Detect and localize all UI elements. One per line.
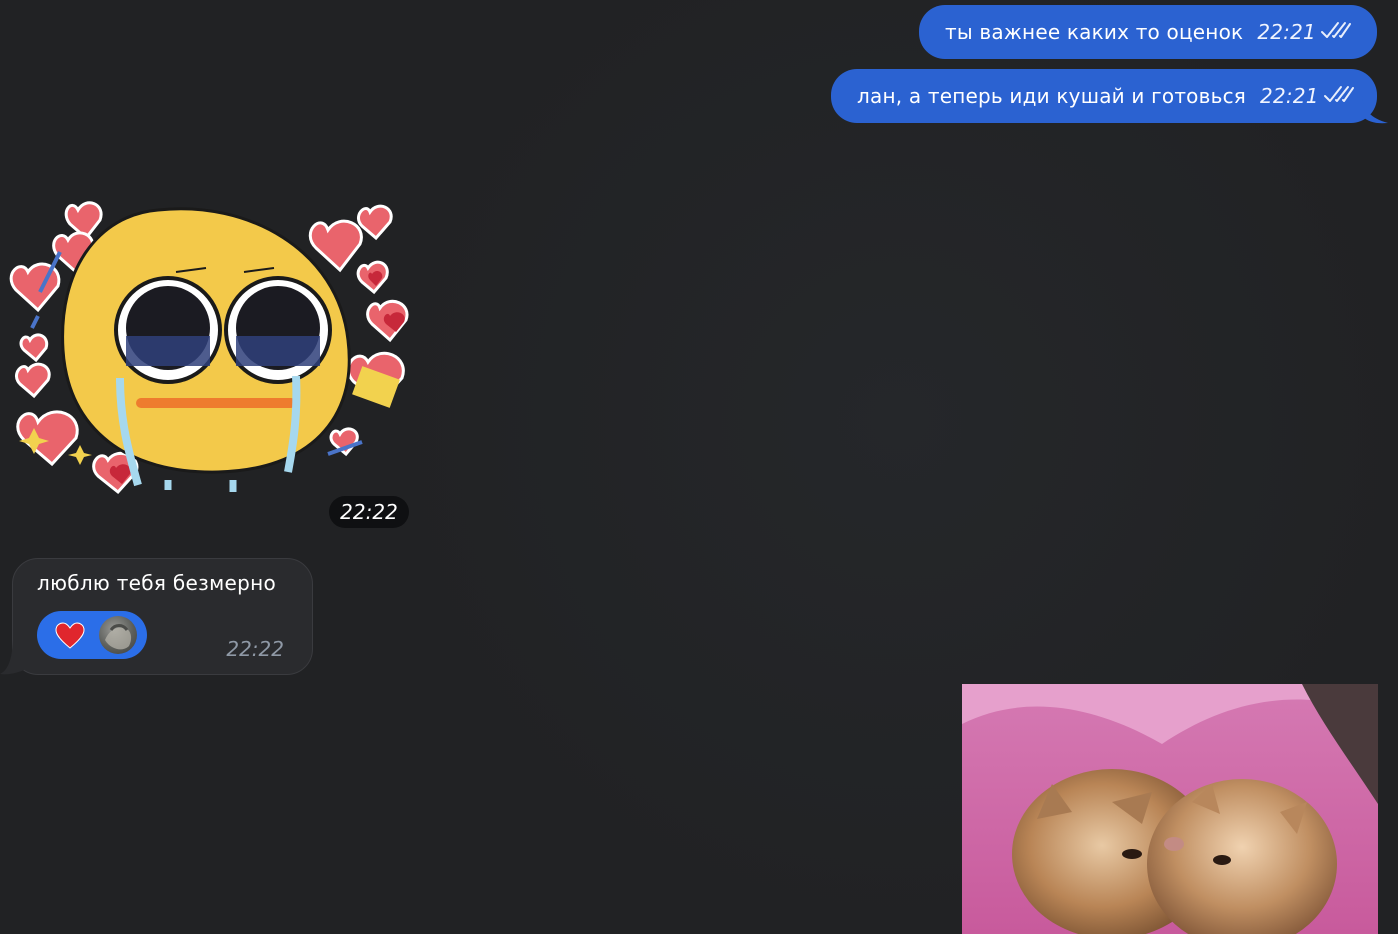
bubble-tail	[0, 640, 24, 675]
incoming-message-bubble[interactable]: люблю тебя безмерно 22:22	[12, 558, 313, 675]
chat-message-list[interactable]: ты важнее каких то оценок 22:21 лан, а т…	[0, 0, 1398, 934]
message-meta: 22:21	[1257, 20, 1352, 45]
message-time: 22:21	[1260, 84, 1319, 108]
message-text: ты важнее каких то оценок	[945, 20, 1244, 44]
message-time: 22:21	[1257, 20, 1316, 44]
outgoing-message-bubble[interactable]: лан, а теперь иди кушай и готовься 22:21	[831, 69, 1377, 123]
crying-heart-emoji-sticker[interactable]	[8, 190, 428, 510]
user-avatar-icon	[99, 616, 137, 654]
message-meta: 22:21	[1260, 84, 1355, 109]
reaction-pill[interactable]	[37, 611, 147, 659]
sticker-time-badge: 22:22	[329, 496, 409, 528]
outgoing-message-bubble[interactable]: ты важнее каких то оценок 22:21	[919, 5, 1377, 59]
bubble-tail	[1362, 96, 1388, 124]
message-text: люблю тебя безмерно	[37, 571, 276, 595]
double-check-icon	[1323, 84, 1355, 109]
kissing-kittens-image[interactable]	[962, 684, 1378, 934]
double-check-icon	[1320, 20, 1352, 45]
message-text: лан, а теперь иди кушай и готовься	[857, 84, 1247, 108]
message-time: 22:22	[226, 637, 284, 661]
red-heart-icon	[55, 622, 85, 654]
